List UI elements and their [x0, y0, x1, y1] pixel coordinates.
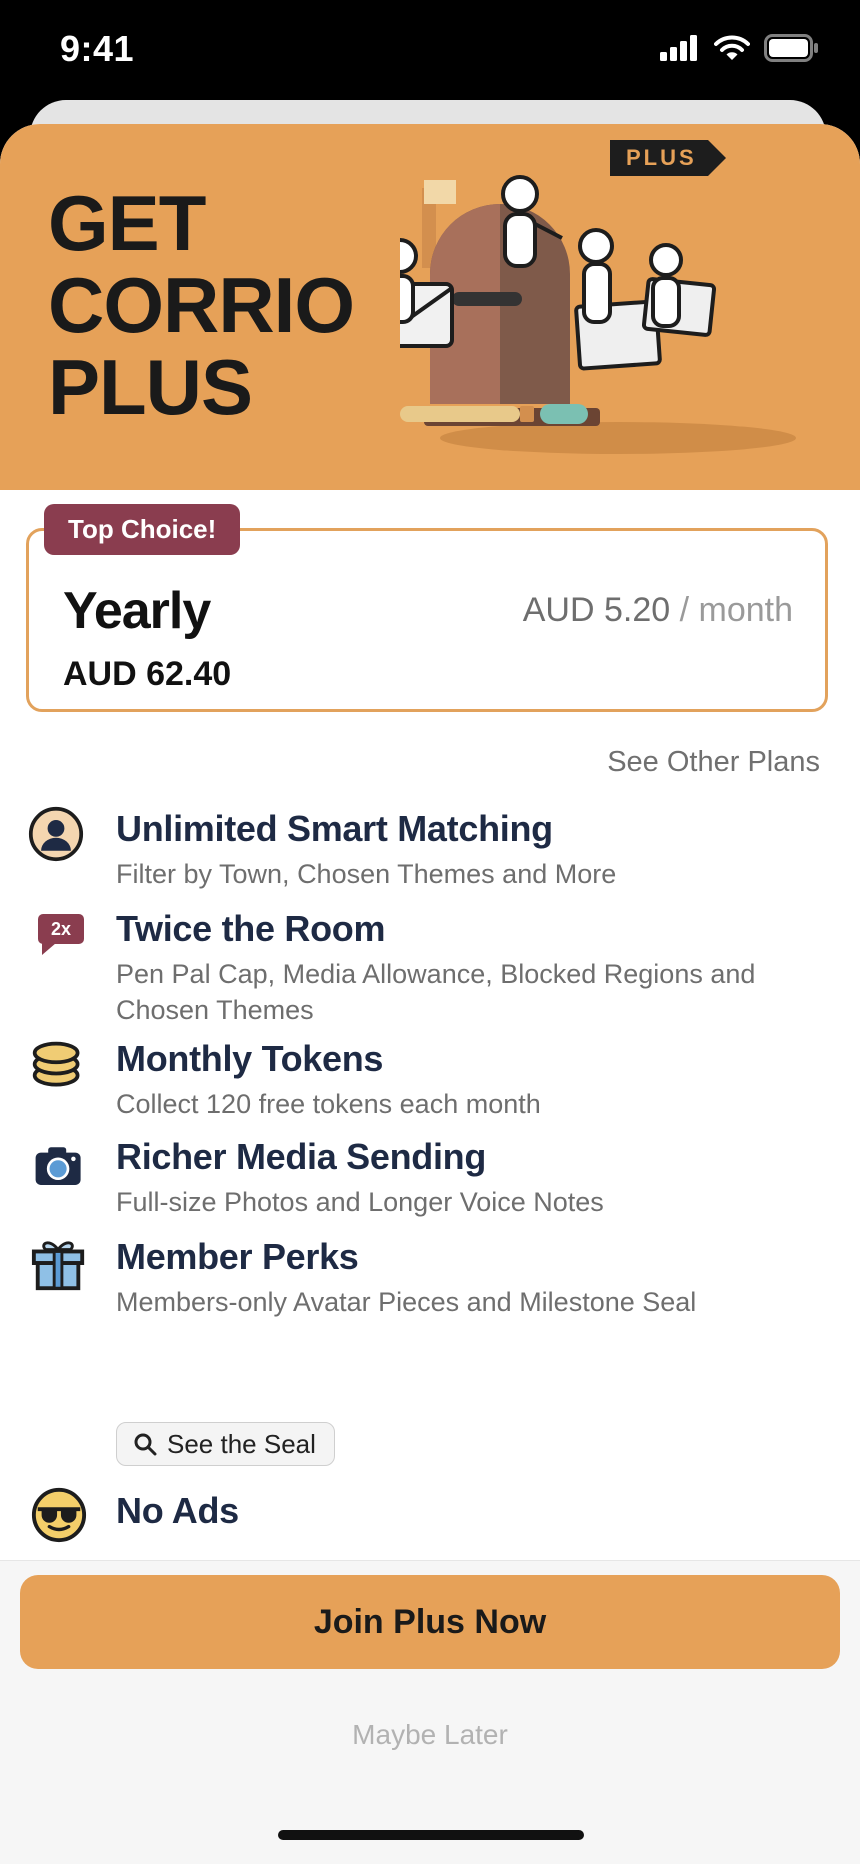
monthly-amount: AUD 5.20 — [522, 591, 671, 629]
feature-description: Full-size Photos and Longer Voice Notes — [116, 1187, 604, 1217]
feature-title: Unlimited Smart Matching — [116, 808, 553, 849]
plan-monthly-price: AUD 5.20 / month — [523, 591, 793, 630]
avatar-icon — [28, 806, 84, 862]
monthly-separator: / — [679, 591, 690, 629]
plus-sheet: GET CORRIO PLUS PLUS Yearly AUD 62.40 AU… — [0, 124, 860, 1864]
wifi-icon — [714, 35, 750, 60]
monthly-unit: month — [698, 591, 794, 629]
see-other-plans-link[interactable]: See Other Plans — [607, 746, 820, 779]
see-the-seal-label: See the Seal — [167, 1428, 316, 1459]
feature-title: Member Perks — [116, 1236, 359, 1277]
feature-description: Filter by Town, Chosen Themes and More — [116, 859, 617, 889]
mailbox-illustration-icon — [400, 175, 796, 454]
feature-title: Twice the Room — [116, 908, 386, 949]
see-the-seal-button[interactable]: See the Seal — [116, 1422, 335, 1466]
status-time: 9:41 — [60, 28, 135, 69]
home-indicator — [278, 1830, 584, 1840]
feature-description: Collect 120 free tokens each month — [116, 1089, 541, 1119]
status-icons — [660, 34, 820, 62]
join-plus-button[interactable]: Join Plus Now — [20, 1575, 840, 1669]
hero-banner: GET CORRIO PLUS PLUS — [0, 124, 860, 490]
signal-icon — [660, 35, 697, 61]
sunglasses-face-icon — [31, 1487, 87, 1543]
gift-icon — [31, 1241, 85, 1291]
battery-icon — [764, 34, 818, 62]
speech-tail-icon — [42, 943, 56, 955]
hero-title-line: GET — [48, 179, 206, 267]
feature-description: Members-only Avatar Pieces and Milestone… — [116, 1287, 697, 1317]
top-choice-badge: Top Choice! — [44, 504, 241, 555]
yearly-plan-card[interactable]: Yearly AUD 62.40 AUD 5.20 / month — [26, 528, 828, 712]
status-bar: 9:41 — [0, 0, 860, 100]
feature-title: No Ads — [116, 1490, 239, 1531]
camera-icon — [35, 1147, 81, 1185]
2x-badge-label: 2x — [50, 918, 72, 939]
plan-name: Yearly — [63, 582, 211, 640]
2x-badge-icon: 2x — [38, 914, 84, 944]
feature-title: Richer Media Sending — [116, 1136, 487, 1177]
hero-title-line: CORRIO — [48, 261, 355, 349]
hero-title-line: PLUS — [48, 343, 253, 431]
plan-total-price: AUD 62.40 — [63, 655, 232, 693]
feature-title: Monthly Tokens — [116, 1038, 384, 1079]
feature-description: Pen Pal Cap, Media Allowance, Blocked Re… — [116, 959, 756, 1025]
cta-panel: Join Plus Now Maybe Later — [0, 1560, 860, 1864]
search-icon — [134, 1433, 157, 1456]
coins-icon — [32, 1041, 80, 1087]
maybe-later-link[interactable]: Maybe Later — [0, 1719, 860, 1751]
hero-title: GET CORRIO PLUS — [48, 179, 355, 431]
